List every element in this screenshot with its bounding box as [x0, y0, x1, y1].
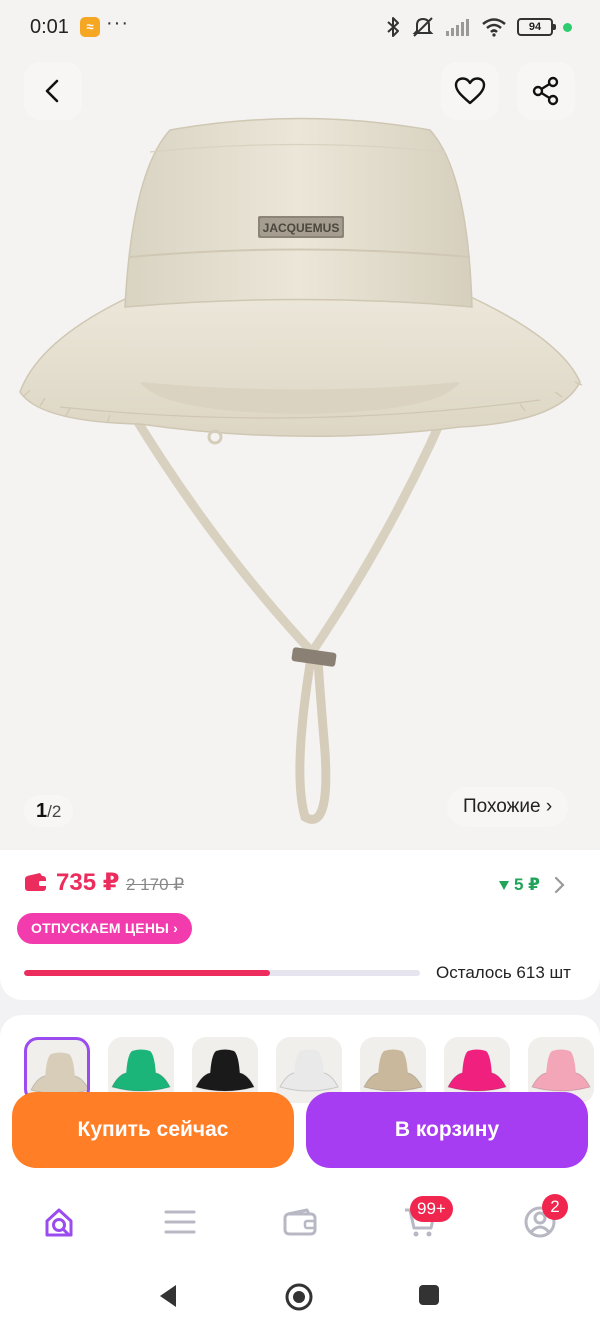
battery-indicator: 94 [517, 18, 556, 36]
system-back-icon[interactable] [156, 1282, 180, 1310]
share-button[interactable] [517, 62, 575, 120]
wallet-tab-icon [283, 1208, 317, 1236]
bonus-value: 5 ₽ [514, 875, 541, 894]
promo-badge[interactable]: ОТПУСКАЕМ ЦЕНЫ › [17, 913, 193, 944]
similar-products-button[interactable]: Похожие › [447, 787, 569, 827]
add-to-cart-button[interactable]: В корзину [306, 1092, 588, 1168]
status-time: 0:01 [30, 16, 69, 38]
tab-catalog[interactable] [160, 1202, 200, 1242]
brand-plate-text: JACQUEMUS [263, 221, 340, 235]
notification-app-icon: ≈ [80, 17, 100, 37]
privacy-dot [563, 22, 572, 32]
search-home-icon [45, 1208, 73, 1237]
back-button[interactable] [24, 62, 82, 120]
system-home-icon[interactable] [284, 1282, 314, 1312]
bonus-points[interactable]: 5 ₽ [498, 875, 540, 895]
pager-total: 2 [51, 802, 62, 821]
signal-icon [445, 16, 471, 38]
cart-badge: 99+ [410, 1196, 453, 1222]
system-recents-icon[interactable] [417, 1282, 441, 1308]
tab-home[interactable] [40, 1202, 80, 1242]
back-icon [45, 79, 59, 103]
status-icons: 94 [385, 14, 572, 40]
wifi-icon [481, 16, 507, 38]
mute-icon [411, 16, 435, 38]
price-card: 735 ₽ 2 170 ₽ 5 ₽ ОТПУСКАЕМ ЦЕНЫ › Остал… [0, 850, 600, 1000]
product-gallery[interactable]: JACQUEMUS 1 / 2 Похожие › [0, 52, 600, 850]
heart-icon [454, 77, 486, 105]
stock-progress-fill [24, 970, 270, 976]
current-price: 735 ₽ [56, 869, 120, 896]
image-pager: 1 / 2 [24, 795, 74, 827]
stock-progress-bar [24, 970, 420, 976]
bottom-tab-bar: 99+ 2 [0, 1180, 600, 1270]
favorite-button[interactable] [441, 62, 499, 120]
tab-wallet[interactable] [280, 1202, 320, 1242]
wallet-icon [25, 873, 47, 891]
stock-remaining: Осталось 613 шт [436, 963, 571, 982]
catalog-icon [164, 1210, 196, 1234]
share-icon [532, 76, 559, 106]
pager-current: 1 [36, 800, 48, 822]
status-bar: 0:01 ≈ ··· 94 [0, 0, 600, 52]
bluetooth-icon [385, 16, 401, 38]
buy-now-button[interactable]: Купить сейчас [12, 1092, 294, 1168]
system-navigation-bar [0, 1270, 600, 1333]
chevron-right-icon[interactable] [553, 876, 565, 894]
product-image: JACQUEMUS [19, 117, 583, 824]
notification-more-dots: ··· [106, 12, 129, 34]
old-price: 2 170 ₽ [126, 875, 185, 894]
profile-badge: 2 [542, 1194, 568, 1220]
bonus-down-arrow-icon [499, 880, 509, 890]
